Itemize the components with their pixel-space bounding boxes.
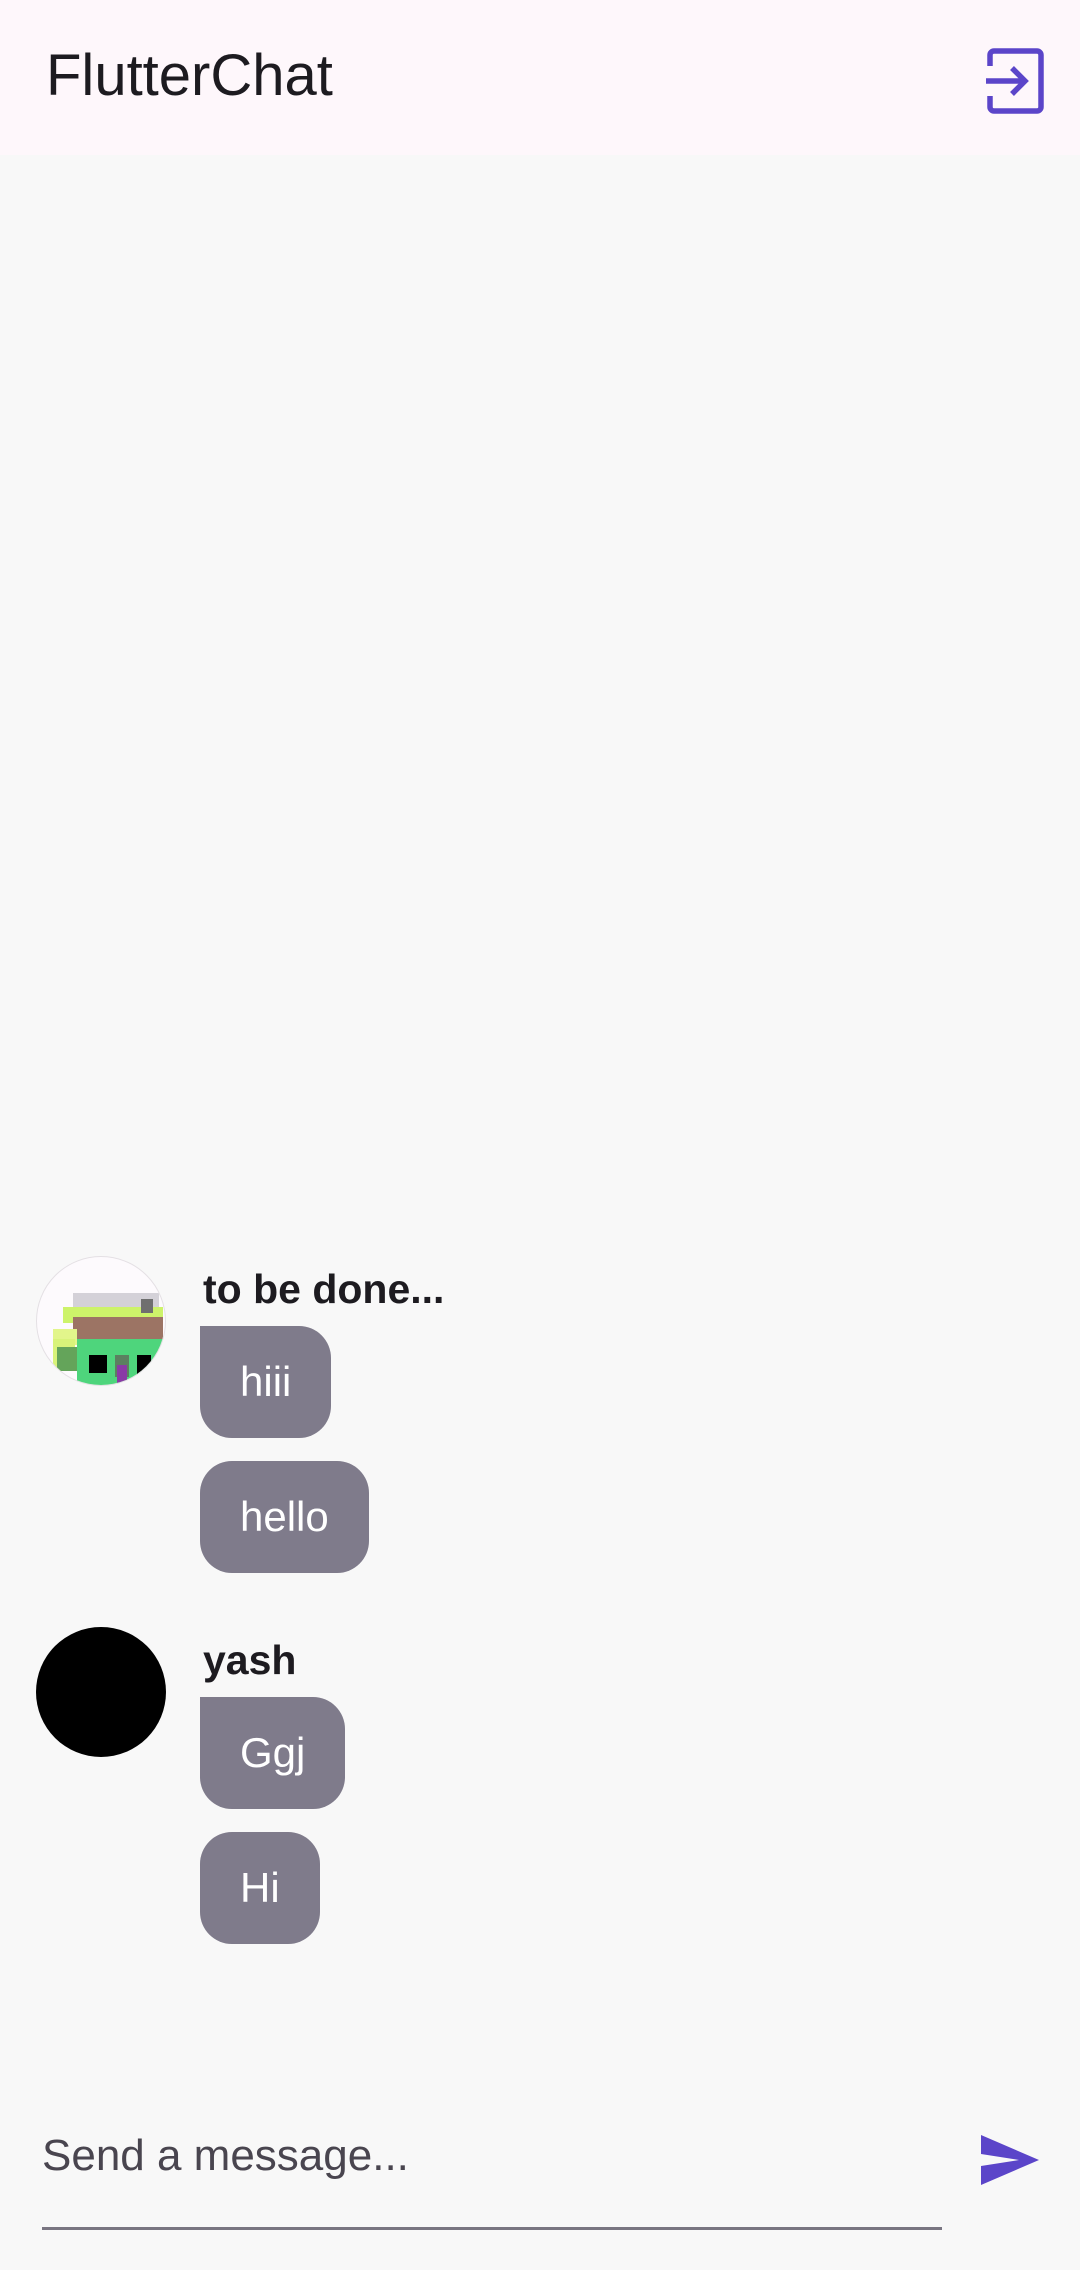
message-composer <box>0 2085 1080 2270</box>
app-bar: FlutterChat <box>0 0 1080 155</box>
user-avatar <box>36 1627 166 1757</box>
message-bubble[interactable]: Hi <box>200 1832 320 1944</box>
send-icon[interactable] <box>975 2125 1045 2195</box>
message-bubble[interactable]: Ggj <box>200 1697 346 1809</box>
chat-screen: FlutterChat to be done... hiii hello yas… <box>0 0 1080 2270</box>
user-avatar <box>36 1256 166 1386</box>
message-bubble[interactable]: hello <box>200 1461 369 1573</box>
app-title: FlutterChat <box>46 43 333 108</box>
message-username: yash <box>203 1637 297 1683</box>
pixel-art-avatar-image <box>53 1293 165 1385</box>
logout-icon[interactable] <box>980 48 1046 114</box>
message-input[interactable] <box>42 2085 942 2230</box>
message-list[interactable] <box>0 155 1080 2085</box>
message-username: to be done... <box>203 1266 445 1312</box>
message-bubble[interactable]: hiii <box>200 1326 332 1438</box>
